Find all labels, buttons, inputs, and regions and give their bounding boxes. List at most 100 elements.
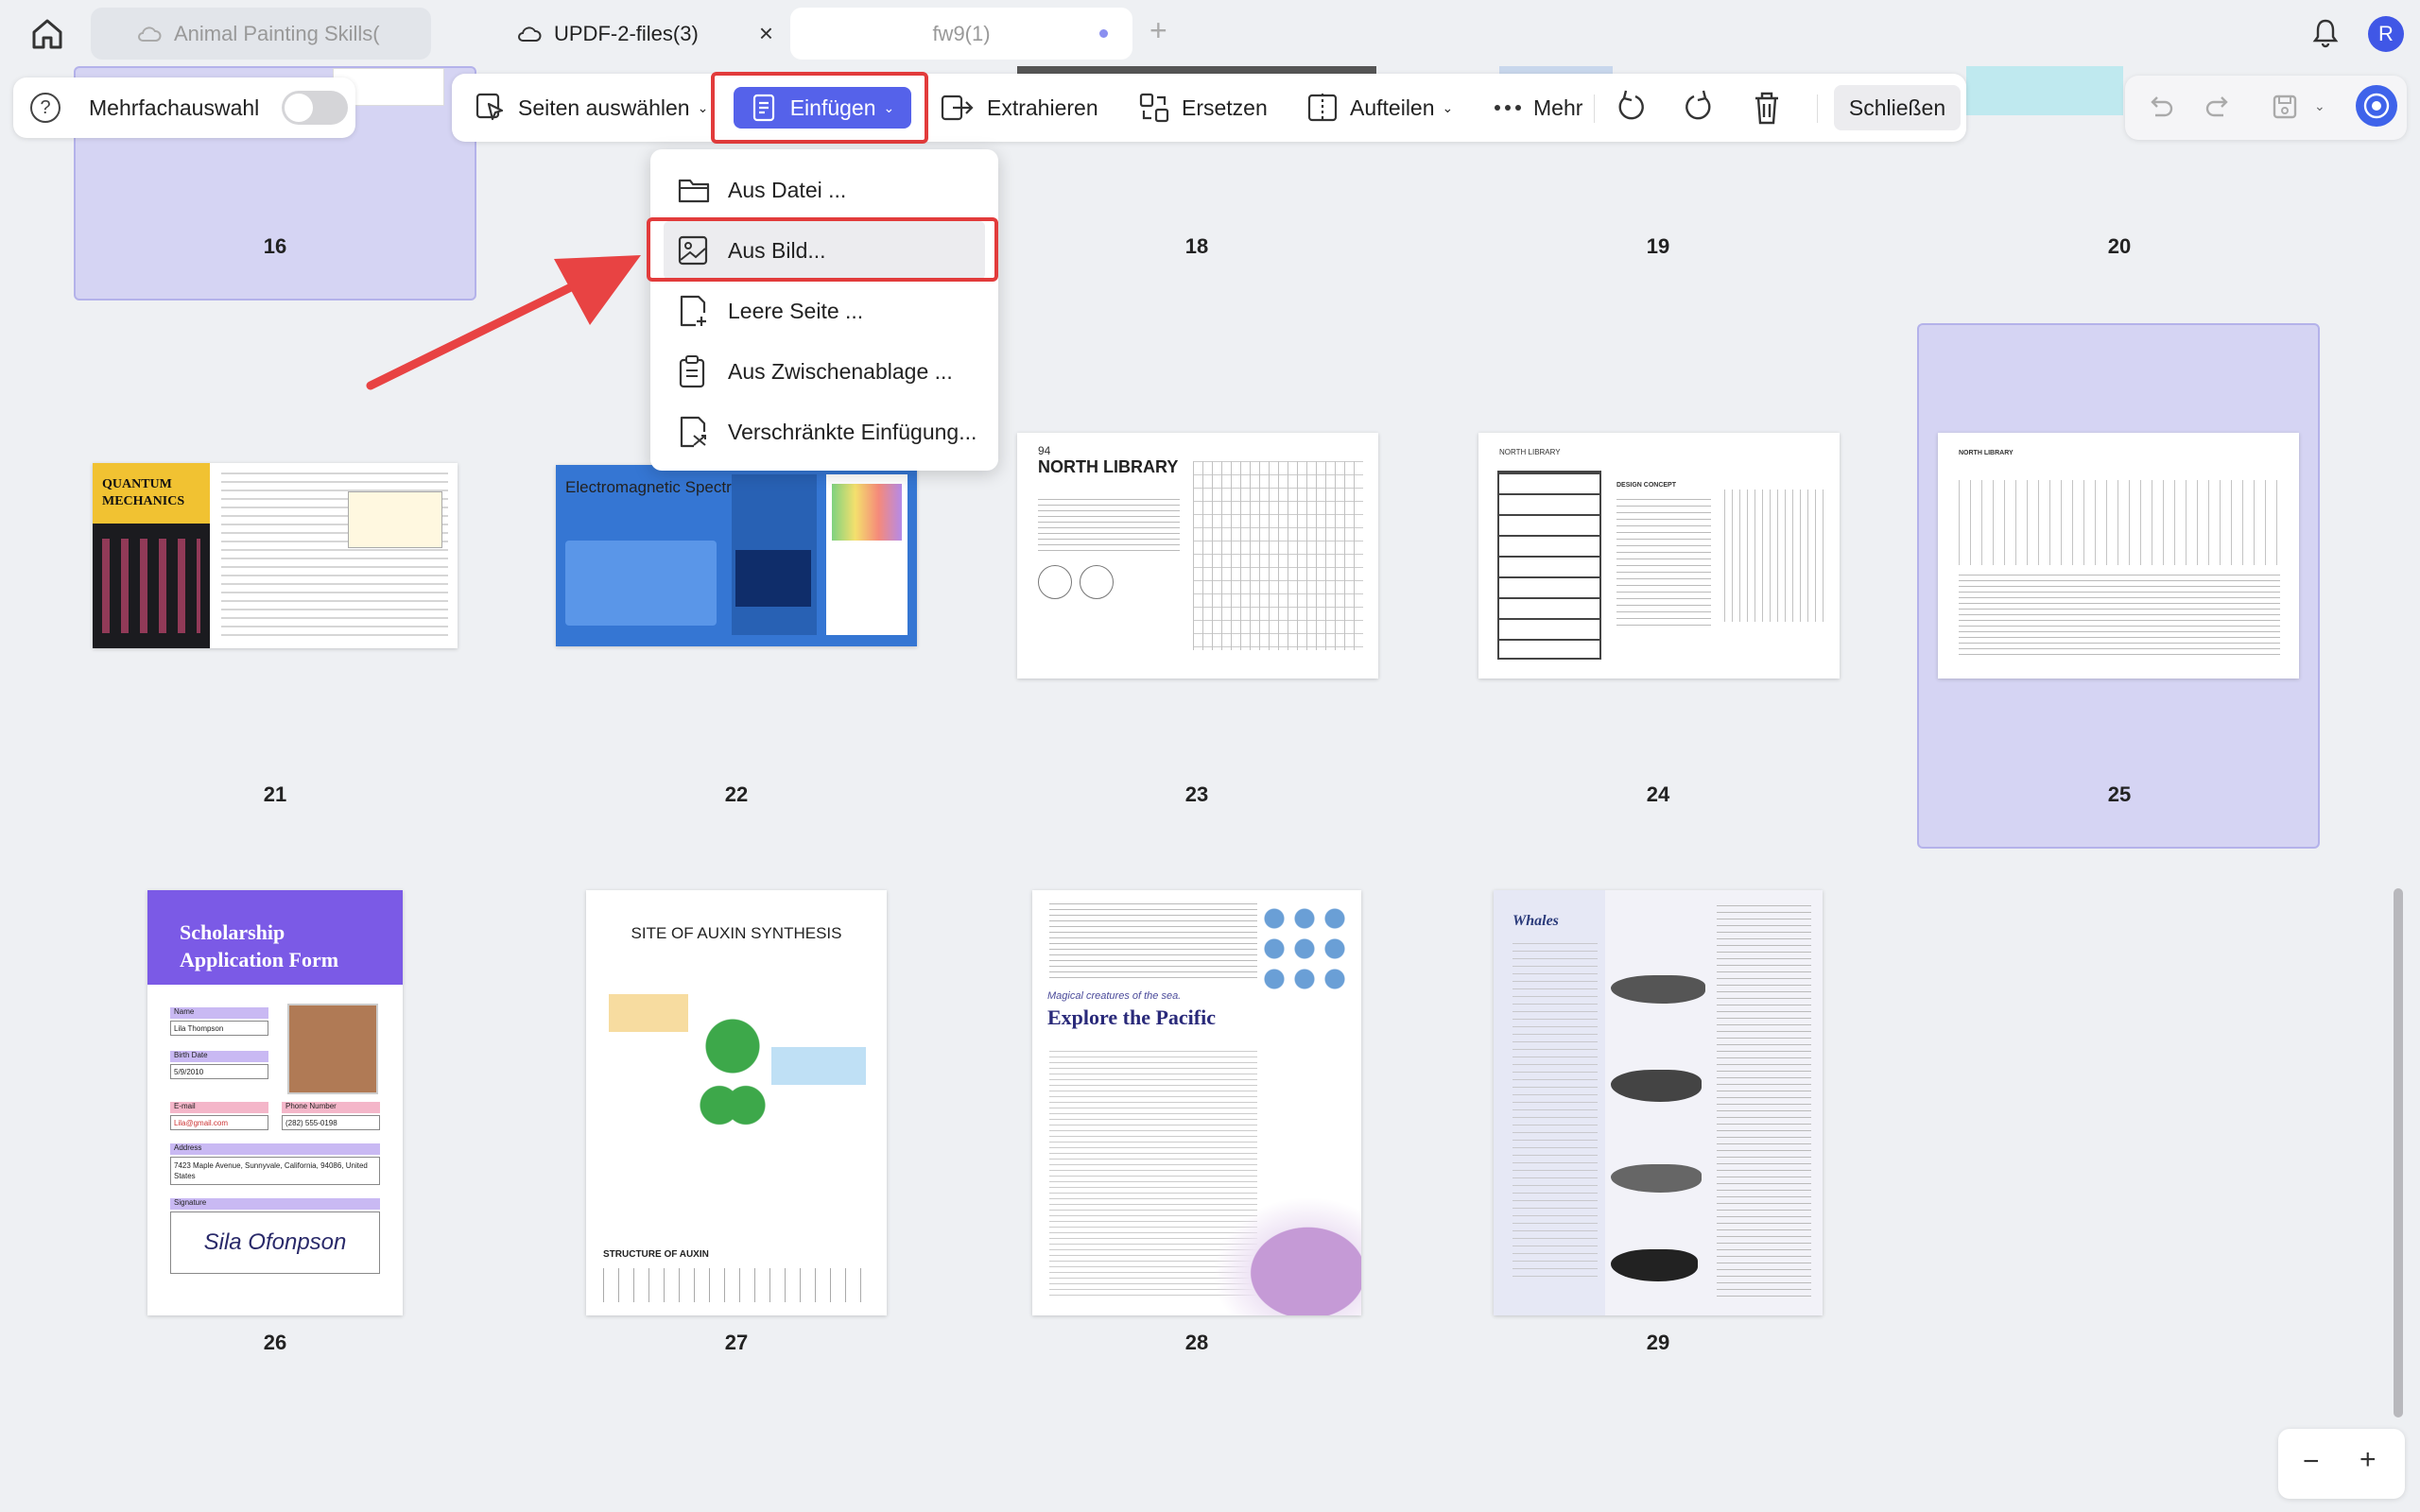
chevron-down-icon: ⌄: [697, 99, 709, 115]
split-button[interactable]: Aufteilen ⌄: [1306, 87, 1453, 129]
chevron-down-icon: ⌄: [1442, 99, 1454, 115]
more-label: Mehr: [1533, 94, 1583, 120]
page-number: 27: [724, 1331, 749, 1354]
zoom-out-icon[interactable]: −: [2303, 1446, 2320, 1478]
undo-icon[interactable]: [2146, 93, 2174, 121]
page-title: QUANTUM MECHANICS: [102, 477, 185, 508]
divider: [1817, 94, 1818, 123]
field-label: Name: [170, 1007, 268, 1019]
page-29-thumbnail[interactable]: Whales: [1494, 890, 1823, 1315]
page-26-thumbnail[interactable]: Scholarship Application Form Name Lila T…: [147, 890, 403, 1315]
close-button[interactable]: Schließen: [1834, 85, 1961, 130]
page-18-thumbnail: [1017, 66, 1376, 74]
page-number: 16: [263, 234, 287, 258]
help-icon[interactable]: ?: [30, 93, 60, 123]
menu-item-from-file[interactable]: Aus Datei ...: [650, 161, 998, 219]
field-label: Phone Number: [282, 1102, 380, 1113]
multi-select-label: Mehrfachauswahl: [89, 94, 260, 120]
title-bar: Animal Painting Skills( UPDF-2-files(3) …: [0, 0, 2420, 66]
page-toolbar: Seiten auswählen ⌄ Einfügen ⌄ Extrahiere…: [452, 74, 1966, 142]
vertical-scrollbar[interactable]: [2394, 888, 2403, 1418]
menu-item-label: Verschränkte Einfügung...: [728, 419, 977, 444]
zoom-control: − +: [2278, 1429, 2405, 1499]
menu-item-label: Aus Zwischenablage ...: [728, 358, 953, 384]
page-number: 20: [2107, 234, 2132, 258]
page-title: SITE OF AUXIN SYNTHESIS: [631, 924, 842, 942]
menu-item-interleave[interactable]: Verschränkte Einfügung...: [650, 403, 998, 461]
portrait-photo: [287, 1004, 378, 1094]
rotate-right-icon[interactable]: [1683, 87, 1715, 129]
from-image-highlight-box: [647, 217, 998, 282]
page-27-thumbnail[interactable]: SITE OF AUXIN SYNTHESIS STRUCTURE OF AUX…: [586, 890, 887, 1315]
select-pages-button[interactable]: Seiten auswählen ⌄: [475, 87, 708, 129]
split-icon: [1307, 94, 1338, 122]
page-number: 18: [1184, 234, 1209, 258]
home-icon[interactable]: [26, 16, 68, 50]
trash-icon[interactable]: [1751, 87, 1783, 129]
page-title: Explore the Pacific: [1047, 1005, 1216, 1029]
signature: Sila Ofonpson: [170, 1211, 380, 1274]
page-20-thumbnail: [1966, 66, 2123, 115]
field-label: E-mail: [170, 1102, 268, 1113]
multi-select-bar: ? Mehrfachauswahl: [13, 77, 355, 138]
field-label: Birth Date: [170, 1051, 268, 1062]
tab-updf-files[interactable]: UPDF-2-files(3) ×: [450, 8, 790, 60]
page-title: Whales: [1512, 913, 1559, 929]
page-23-thumbnail[interactable]: 94 NORTH LIBRARY: [1017, 433, 1378, 679]
page-number: 26: [263, 1331, 287, 1354]
zoom-in-icon[interactable]: +: [2360, 1444, 2377, 1476]
page-title: NORTH LIBRARY: [1038, 457, 1179, 476]
page-number: 19: [1646, 234, 1670, 258]
interleave-icon: [680, 416, 706, 448]
page-21-thumbnail[interactable]: QUANTUM MECHANICS: [93, 463, 458, 648]
cloud-icon: [138, 26, 162, 42]
page-number: 23: [1184, 782, 1209, 806]
multi-select-toggle[interactable]: [282, 91, 349, 125]
page-subtitle: STRUCTURE OF AUXIN: [603, 1249, 709, 1260]
insert-menu: Aus Datei ... Aus Bild... Leere Seite ..…: [650, 149, 998, 471]
new-tab-icon[interactable]: +: [1150, 13, 1167, 48]
extract-icon: [941, 94, 974, 121]
blank-page-icon: [680, 295, 706, 327]
field-value: Lila Thompson: [170, 1021, 268, 1036]
page-title: Scholarship Application Form: [180, 920, 339, 971]
replace-icon: [1139, 93, 1169, 123]
page-24-thumbnail[interactable]: NORTH LIBRARY DESIGN CONCEPT: [1478, 433, 1840, 679]
replace-label: Ersetzen: [1182, 94, 1268, 120]
page-number: 28: [1184, 1331, 1209, 1354]
field-label: Address: [170, 1143, 380, 1155]
pointer-select-icon: [475, 93, 504, 121]
chevron-down-icon[interactable]: ⌄: [2314, 98, 2325, 114]
cloud-icon: [518, 26, 542, 42]
more-button[interactable]: Mehr: [1494, 87, 1582, 129]
page-kicker: Magical creatures of the sea.: [1047, 990, 1182, 1002]
page-title: NORTH LIBRARY: [1959, 450, 2014, 456]
extract-button[interactable]: Extrahieren: [940, 87, 1098, 129]
page-title: Electromagnetic Spectrum: [565, 478, 754, 496]
page-25-thumbnail[interactable]: NORTH LIBRARY: [1938, 433, 2299, 679]
page-22-thumbnail[interactable]: Electromagnetic Spectrum: [556, 465, 917, 646]
page-number: 21: [263, 782, 287, 806]
page-28-thumbnail[interactable]: Magical creatures of the sea. Explore th…: [1032, 890, 1361, 1315]
save-icon[interactable]: [2271, 93, 2299, 121]
menu-item-blank-page[interactable]: Leere Seite ...: [650, 282, 998, 340]
tab-animal-painting[interactable]: Animal Painting Skills(: [91, 8, 431, 60]
avatar[interactable]: R: [2368, 16, 2404, 52]
page-number: 22: [724, 782, 749, 806]
bell-icon[interactable]: [2310, 17, 2341, 49]
tab-fw9[interactable]: fw9(1): [790, 8, 1132, 60]
menu-item-label: Leere Seite ...: [728, 298, 864, 323]
rotate-left-icon[interactable]: [1615, 87, 1647, 129]
page-number-label: 94: [1038, 444, 1051, 457]
field-value: 7423 Maple Avenue, Sunnyvale, California…: [170, 1157, 380, 1185]
close-tab-icon[interactable]: ×: [759, 19, 773, 48]
clipboard-icon: [679, 355, 705, 388]
replace-button[interactable]: Ersetzen: [1138, 87, 1268, 129]
unsaved-dot-icon: [1099, 29, 1108, 38]
folder-icon: [678, 179, 710, 203]
redo-icon[interactable]: [2204, 93, 2233, 121]
field-value: (282) 555-0198: [282, 1115, 380, 1130]
ai-assistant-icon[interactable]: [2356, 85, 2397, 127]
split-label: Aufteilen: [1350, 94, 1435, 120]
menu-item-from-clipboard[interactable]: Aus Zwischenablage ...: [650, 342, 998, 401]
